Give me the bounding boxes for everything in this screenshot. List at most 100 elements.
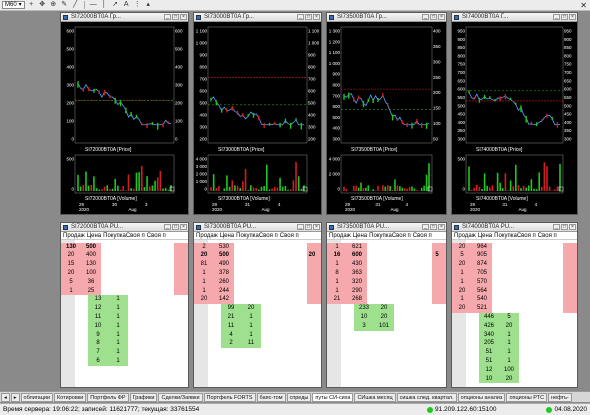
timeframe-select[interactable]: M60 ▾ — [2, 1, 25, 9]
workspace-tab[interactable]: опционы РТС — [506, 392, 548, 402]
bid-row[interactable]: 211 — [221, 313, 261, 322]
ask-row[interactable]: 5 905 — [452, 251, 492, 261]
bid-row[interactable]: 340 1 — [479, 330, 519, 340]
maximize-icon[interactable]: □ — [430, 14, 437, 20]
pencil-icon[interactable]: ✎ — [60, 1, 69, 9]
ask-row[interactable]: 16 600 — [327, 251, 367, 261]
minimize-icon[interactable]: _ — [553, 224, 560, 230]
fib-icon[interactable]: ⋮ — [133, 1, 142, 9]
maximize-icon[interactable]: □ — [172, 224, 179, 230]
close-icon[interactable]: ✕ — [580, 1, 587, 10]
ask-row[interactable]: 20 100 — [61, 269, 101, 278]
close-icon[interactable]: × — [313, 14, 320, 20]
maximize-icon[interactable]: □ — [561, 224, 568, 230]
workspace-tab[interactable]: Портфель ФР — [87, 392, 129, 402]
ask-row[interactable]: 1 260 — [194, 277, 234, 287]
close-icon[interactable]: × — [438, 14, 445, 20]
bid-row[interactable]: 211 — [221, 339, 261, 349]
maximize-icon[interactable]: □ — [430, 224, 437, 230]
bid-row[interactable]: 205 1 — [479, 339, 519, 349]
move-icon[interactable]: ✥ — [38, 1, 47, 9]
close-icon[interactable]: × — [313, 224, 320, 230]
bid-row[interactable]: 11 1 — [221, 321, 261, 331]
maximize-icon[interactable]: □ — [561, 14, 568, 20]
bid-row[interactable]: 10 20 — [354, 313, 394, 322]
ask-row[interactable]: 2 530 — [194, 242, 234, 252]
orderbook-body[interactable]: 20 964 5 905 20 874 1 705 1 570 20 564 1 540 20 521 446 5… — [452, 240, 577, 387]
bid-row[interactable]: 3 101 — [354, 321, 394, 331]
workspace-tab[interactable]: спреды — [286, 392, 312, 402]
zoom-icon[interactable]: ⊕ — [49, 1, 58, 9]
bid-row[interactable]: 11 1 — [88, 313, 128, 322]
ask-row[interactable]: 1 378 — [194, 269, 234, 278]
workspace-tab[interactable]: сишка след. квартал. — [396, 392, 457, 402]
minimize-icon[interactable]: _ — [164, 224, 171, 230]
workspace-tab[interactable]: путы СИ-сиха — [312, 392, 354, 402]
bid-row[interactable]: 61 — [88, 357, 128, 366]
ask-row[interactable]: 81 490 — [194, 260, 234, 270]
ask-row[interactable]: 1 570 — [452, 277, 492, 287]
bid-row[interactable]: 51 1 — [479, 357, 519, 366]
bid-row[interactable]: 81 — [88, 339, 128, 349]
tabs-scroll-right[interactable]: ▸ — [10, 392, 20, 402]
workspace-tab[interactable]: облигации — [20, 392, 54, 402]
close-icon[interactable]: × — [180, 224, 187, 230]
ask-row[interactable]: 8 363 — [327, 269, 367, 278]
trendline-icon[interactable]: ╱ — [71, 1, 80, 9]
bid-row[interactable]: 12 1 — [88, 304, 128, 314]
workspace-tab[interactable]: нефть- — [548, 392, 572, 402]
price-volume-chart[interactable]: 1 300 1 200 1 100 1 000 900 800 700 600 500 400 30… — [327, 22, 446, 214]
ask-row[interactable]: 5 36 — [61, 277, 101, 287]
maximize-icon[interactable]: □ — [305, 224, 312, 230]
bid-row[interactable]: 426 20 — [479, 321, 519, 331]
brush-icon[interactable]: ▴ — [144, 1, 153, 9]
ask-row[interactable]: 1 290 — [327, 286, 367, 296]
maximize-icon[interactable]: □ — [172, 14, 179, 20]
bid-row[interactable]: 13 1 — [88, 295, 128, 305]
ask-row[interactable]: 21 268 — [327, 295, 367, 305]
workspace-tab[interactable]: опционы анализ — [457, 392, 506, 402]
close-icon[interactable]: × — [180, 14, 187, 20]
ask-row[interactable]: 20 874 — [452, 260, 492, 270]
bid-row[interactable]: 12 100 — [479, 365, 519, 375]
ask-row[interactable]: 20 500 — [194, 251, 234, 261]
workspace-tab[interactable]: Котировки — [54, 392, 87, 402]
tabs-scroll-left[interactable]: ◂ — [1, 392, 10, 402]
bid-row[interactable]: 10 1 — [88, 321, 128, 331]
price-volume-chart[interactable]: 1 100 1 000 900 800 700 600 500 400 300 200 1 100 1… — [194, 22, 321, 214]
minimize-icon[interactable]: _ — [297, 224, 304, 230]
minimize-icon[interactable]: _ — [553, 14, 560, 20]
ask-row[interactable]: 1 320 — [327, 277, 367, 287]
bid-row[interactable]: 91 — [88, 330, 128, 340]
orderbook-body[interactable]: 130 500 20 400 15 130 20 100 5 36 1 25 13 1 12 1 11 1 10 1 9… — [61, 240, 188, 387]
hline-icon[interactable]: — — [89, 1, 98, 9]
bid-row[interactable]: 446 5 — [479, 313, 519, 322]
ask-row[interactable]: 1 705 — [452, 269, 492, 278]
orderbook-body[interactable]: 1 621 16 600 1 430 8 363 1 320 1 290 21 268 5 233 20 10 20… — [327, 240, 446, 387]
arrow-icon[interactable]: ➚ — [111, 1, 120, 9]
ask-row[interactable]: 130 500 — [61, 242, 101, 252]
close-icon[interactable]: × — [438, 224, 445, 230]
workspace-tab[interactable]: баяс-том — [256, 392, 286, 402]
text-icon[interactable]: A — [122, 1, 131, 9]
bid-row[interactable]: 71 — [88, 348, 128, 358]
price-volume-chart[interactable]: 60050040030020010006005004003002001000SI… — [61, 22, 188, 214]
orderbook-body[interactable]: 2 530 20 500 81 490 1 378 1 260 1 244 20 142 20 99 20 21 1… — [194, 240, 321, 387]
bid-row[interactable]: 233 20 — [354, 304, 394, 314]
ask-row[interactable]: 1 621 — [327, 242, 367, 252]
minimize-icon[interactable]: _ — [164, 14, 171, 20]
ask-row[interactable]: 1 244 — [194, 286, 234, 296]
minimize-icon[interactable]: _ — [297, 14, 304, 20]
ask-row[interactable]: 20 142 — [194, 295, 234, 305]
workspace-tab[interactable]: СИшка месяц — [354, 392, 396, 402]
vline-icon[interactable]: │ — [100, 1, 109, 9]
workspace-tab[interactable]: Портфель FORTS — [203, 392, 256, 402]
bid-row[interactable]: 51 1 — [479, 348, 519, 358]
bid-row[interactable]: 41 — [221, 330, 261, 340]
crosshair-icon[interactable]: + — [27, 1, 36, 9]
maximize-icon[interactable]: □ — [305, 14, 312, 20]
workspace-tab[interactable]: Сделки/Заявки — [158, 392, 203, 402]
ask-row[interactable]: 20 521 — [452, 304, 492, 314]
bid-row[interactable]: 10 20 — [479, 374, 519, 384]
bid-row[interactable]: 99 20 — [221, 304, 261, 314]
